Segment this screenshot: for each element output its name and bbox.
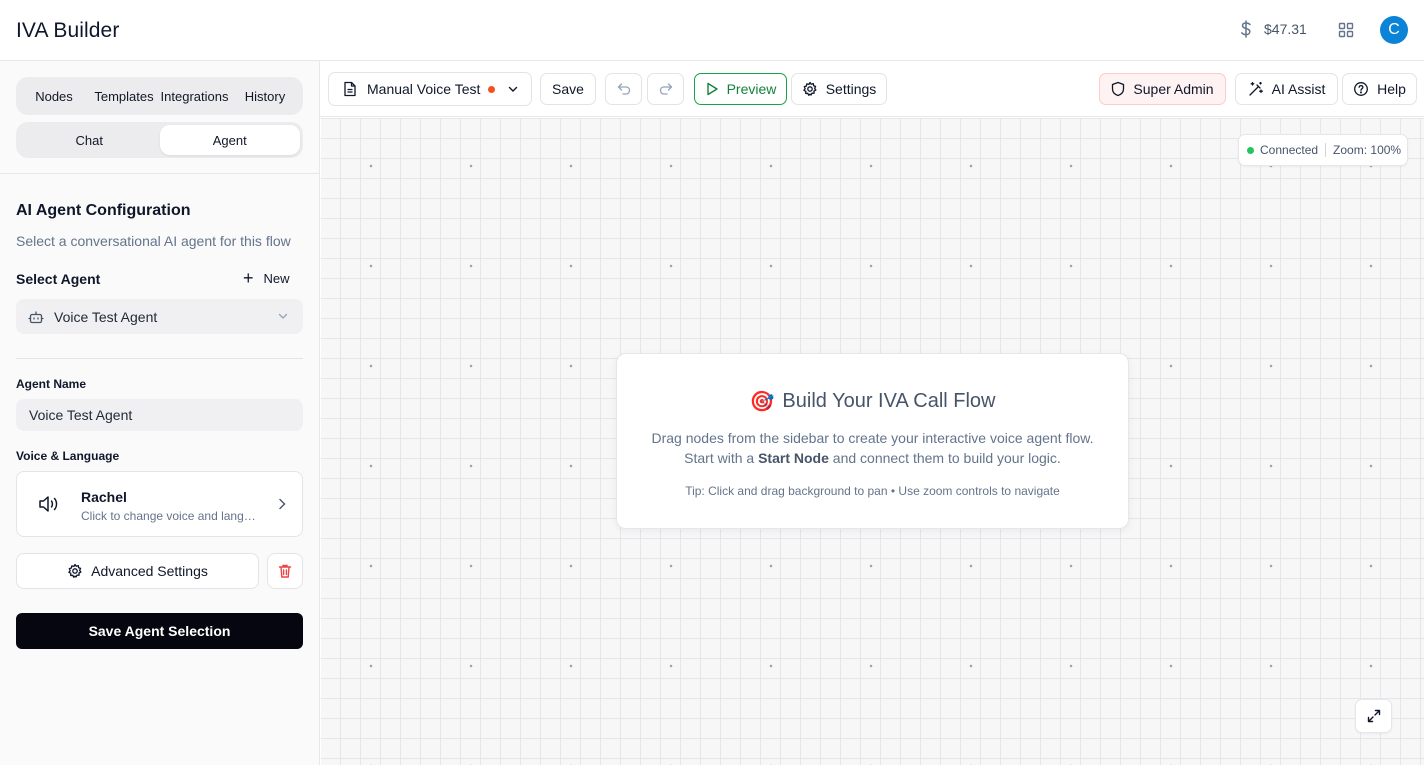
target-icon: 🎯 <box>749 391 775 413</box>
voice-language-label: Voice & Language <box>16 449 120 463</box>
help-button[interactable]: Help <box>1342 73 1417 105</box>
agent-name-label: Agent Name <box>16 377 87 391</box>
help-icon <box>1354 82 1369 96</box>
help-label: Help <box>1377 81 1406 97</box>
divider <box>0 173 319 174</box>
advanced-settings-button[interactable]: Advanced Settings <box>16 553 259 589</box>
plus-icon: + <box>243 268 254 288</box>
play-icon <box>706 82 718 96</box>
apps-button[interactable] <box>1334 18 1358 42</box>
save-button[interactable]: Save <box>540 73 596 105</box>
start-node-highlight: Start Node <box>758 450 829 466</box>
tab-nodes[interactable]: Nodes <box>16 89 92 104</box>
zoom-level: Zoom: 100% <box>1333 143 1402 157</box>
empty-state-line-2: Start with a Start Node and connect them… <box>617 448 1128 468</box>
connection-status: Connected Zoom: 100% <box>1238 134 1408 166</box>
flow-toolbar: Manual Voice Test Save Preview Settings … <box>320 61 1424 117</box>
line-2-suffix: and connect them to build your logic. <box>828 450 1061 466</box>
ai-assist-label: AI Assist <box>1271 81 1326 97</box>
ai-assist-button[interactable]: AI Assist <box>1235 73 1338 105</box>
tab-chat[interactable]: Chat <box>19 125 160 155</box>
balance-amount: $47.31 <box>1264 21 1307 37</box>
main-tabs: Nodes Templates Integrations History <box>16 77 303 115</box>
trash-icon <box>278 564 292 578</box>
tab-agent[interactable]: Agent <box>159 125 300 155</box>
fullscreen-button[interactable] <box>1355 699 1392 733</box>
advanced-settings-label: Advanced Settings <box>91 563 208 579</box>
grid-icon <box>1338 22 1354 38</box>
flow-canvas[interactable]: Connected Zoom: 100% 🎯 Build Your IVA Ca… <box>321 118 1424 765</box>
tab-history[interactable]: History <box>233 89 297 104</box>
save-agent-selection-button[interactable]: Save Agent Selection <box>16 613 303 649</box>
empty-state-heading: Build Your IVA Call Flow <box>782 390 996 412</box>
settings-button[interactable]: Settings <box>791 73 887 105</box>
expand-icon <box>1367 709 1380 723</box>
preview-button[interactable]: Preview <box>694 73 787 105</box>
line-2-prefix: Start with a <box>684 450 759 466</box>
gear-icon <box>802 81 817 96</box>
redo-button[interactable] <box>647 73 684 105</box>
undo-button[interactable] <box>605 73 642 105</box>
tab-templates[interactable]: Templates <box>92 89 156 104</box>
status-dot <box>1247 146 1254 154</box>
file-icon <box>344 81 356 97</box>
super-admin-button[interactable]: Super Admin <box>1099 73 1226 105</box>
empty-state-line-1: Drag nodes from the sidebar to create yo… <box>651 430 1094 446</box>
top-bar: IVA Builder $47.31 C <box>0 0 1424 61</box>
dollar-icon <box>1241 20 1251 38</box>
tab-integrations[interactable]: Integrations <box>156 89 233 104</box>
empty-state-card: 🎯 Build Your IVA Call Flow Drag nodes fr… <box>616 353 1129 529</box>
divider <box>16 358 303 359</box>
config-description: Select a conversational AI agent for thi… <box>16 233 291 249</box>
gear-icon <box>68 563 82 578</box>
divider <box>1325 143 1327 157</box>
user-avatar[interactable]: C <box>1380 16 1408 44</box>
super-admin-label: Super Admin <box>1133 81 1214 97</box>
settings-label: Settings <box>825 81 877 97</box>
undo-icon <box>617 83 630 95</box>
voice-hint: Click to change voice and language <box>81 509 261 523</box>
speaker-icon <box>39 496 58 512</box>
agent-select[interactable]: Voice Test Agent <box>16 299 303 334</box>
chevron-down-icon <box>509 86 518 92</box>
flow-name: Manual Voice Test <box>367 81 481 97</box>
preview-label: Preview <box>726 81 777 97</box>
select-agent-label: Select Agent <box>16 271 101 287</box>
chevron-down-icon <box>278 313 288 319</box>
balance-display[interactable]: $47.31 <box>1238 20 1307 38</box>
bot-icon <box>28 310 44 323</box>
empty-state-tip: Tip: Click and drag background to pan • … <box>685 484 1060 498</box>
new-agent-button[interactable]: + New <box>243 268 290 288</box>
new-agent-label: New <box>263 270 290 286</box>
agent-name-input[interactable] <box>16 399 303 431</box>
unsaved-indicator <box>488 85 496 93</box>
selected-agent: Voice Test Agent <box>54 308 158 325</box>
delete-agent-button[interactable] <box>267 553 303 589</box>
status-text: Connected <box>1260 143 1319 157</box>
voice-name: Rachel <box>81 489 127 505</box>
app-title: IVA Builder <box>16 19 120 42</box>
empty-state-title: 🎯 Build Your IVA Call Flow <box>617 389 1128 414</box>
empty-state-body: Drag nodes from the sidebar to create yo… <box>617 428 1128 468</box>
shield-icon <box>1112 81 1125 97</box>
mode-tabs: Chat Agent <box>16 122 303 158</box>
voice-selector[interactable]: Rachel Click to change voice and languag… <box>16 471 303 537</box>
redo-icon <box>659 83 672 95</box>
config-title: AI Agent Configuration <box>16 202 191 219</box>
chevron-right-icon <box>279 498 286 510</box>
sidebar: Nodes Templates Integrations History Cha… <box>0 61 320 765</box>
magic-wand-icon <box>1249 81 1263 96</box>
flow-selector[interactable]: Manual Voice Test <box>328 72 532 106</box>
